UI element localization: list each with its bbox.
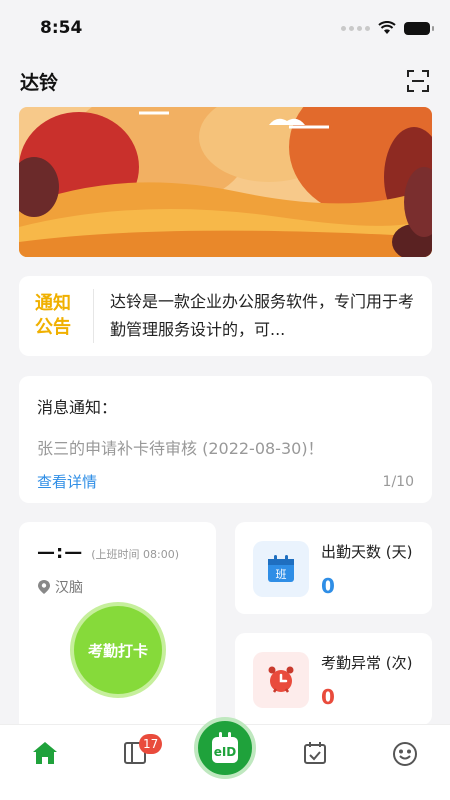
- status-icons: [341, 21, 434, 35]
- alarm-clock-icon: [268, 666, 294, 693]
- announcement-tag-line1: 通知: [35, 293, 71, 314]
- announcement-card[interactable]: 通知 公告 达铃是一款企业办公服务软件，专门用于考勤管理服务设计的，可...: [19, 276, 432, 356]
- calendar-check-icon: [304, 742, 326, 764]
- eid-icon-text: eID: [214, 745, 237, 759]
- status-time: 8:54: [40, 18, 83, 38]
- abnormal-label: 考勤异常 (次): [321, 654, 413, 672]
- header: 达铃: [0, 60, 450, 102]
- alarm-icon-wrap: [253, 652, 309, 708]
- tab-profile[interactable]: [360, 725, 450, 800]
- attendance-days-value: 0: [321, 574, 335, 598]
- scan-button[interactable]: [406, 69, 430, 93]
- notification-badge: 17: [139, 734, 163, 754]
- calendar-icon-text: 班: [276, 568, 287, 581]
- battery-icon: [404, 21, 434, 35]
- autumn-landscape-illustration: [19, 107, 432, 257]
- tab-home[interactable]: [0, 725, 90, 800]
- divider: [93, 289, 94, 343]
- punch-time-row: —:— (上班时间 08:00): [37, 542, 198, 563]
- calendar-icon: 班: [268, 555, 294, 582]
- scan-icon: [407, 70, 429, 92]
- status-bar: 8:54: [0, 0, 450, 56]
- home-icon: [33, 742, 57, 764]
- tab-calendar[interactable]: [270, 725, 360, 800]
- message-title: 消息通知：: [37, 398, 118, 417]
- attendance-days-card[interactable]: 班 出勤天数 (天) 0: [235, 522, 432, 614]
- attendance-days-label: 出勤天数 (天): [321, 543, 413, 561]
- location-pin-icon: [38, 580, 50, 594]
- punch-clock-button[interactable]: 考勤打卡: [70, 602, 166, 698]
- message-pager: 1/10: [382, 473, 414, 490]
- banner-image[interactable]: [19, 107, 432, 257]
- announcement-tag-line2: 公告: [35, 317, 71, 338]
- view-details-link[interactable]: 查看详情: [37, 471, 97, 492]
- signal-icon: [341, 25, 370, 31]
- punch-time: —:—: [37, 542, 84, 563]
- wifi-icon: [378, 21, 396, 34]
- announcement-tag: 通知 公告: [35, 292, 77, 340]
- message-content: 张三的申请补卡待审核 (2022-08-30)！: [37, 439, 324, 458]
- work-start-hint: (上班时间 08:00): [91, 548, 179, 561]
- eid-center-button[interactable]: eID: [194, 717, 256, 779]
- tab-panel[interactable]: 17: [90, 725, 180, 800]
- attendance-abnormal-card[interactable]: 考勤异常 (次) 0: [235, 633, 432, 725]
- eid-icon: eID: [212, 732, 238, 763]
- page-title: 达铃: [20, 71, 59, 94]
- location-text: 汉脑: [55, 580, 83, 596]
- abnormal-value: 0: [321, 685, 335, 709]
- calendar-icon-wrap: 班: [253, 541, 309, 597]
- message-footer: 查看详情 1/10: [37, 471, 414, 492]
- location-row: 汉脑: [37, 577, 198, 597]
- smiley-icon: [393, 742, 417, 766]
- announcement-text: 达铃是一款企业办公服务软件，专门用于考勤管理服务设计的，可...: [110, 292, 415, 339]
- punch-card: —:— (上班时间 08:00) 汉脑 考勤打卡: [19, 522, 216, 732]
- message-card: 消息通知： 张三的申请补卡待审核 (2022-08-30)！ 查看详情 1/10: [19, 376, 432, 503]
